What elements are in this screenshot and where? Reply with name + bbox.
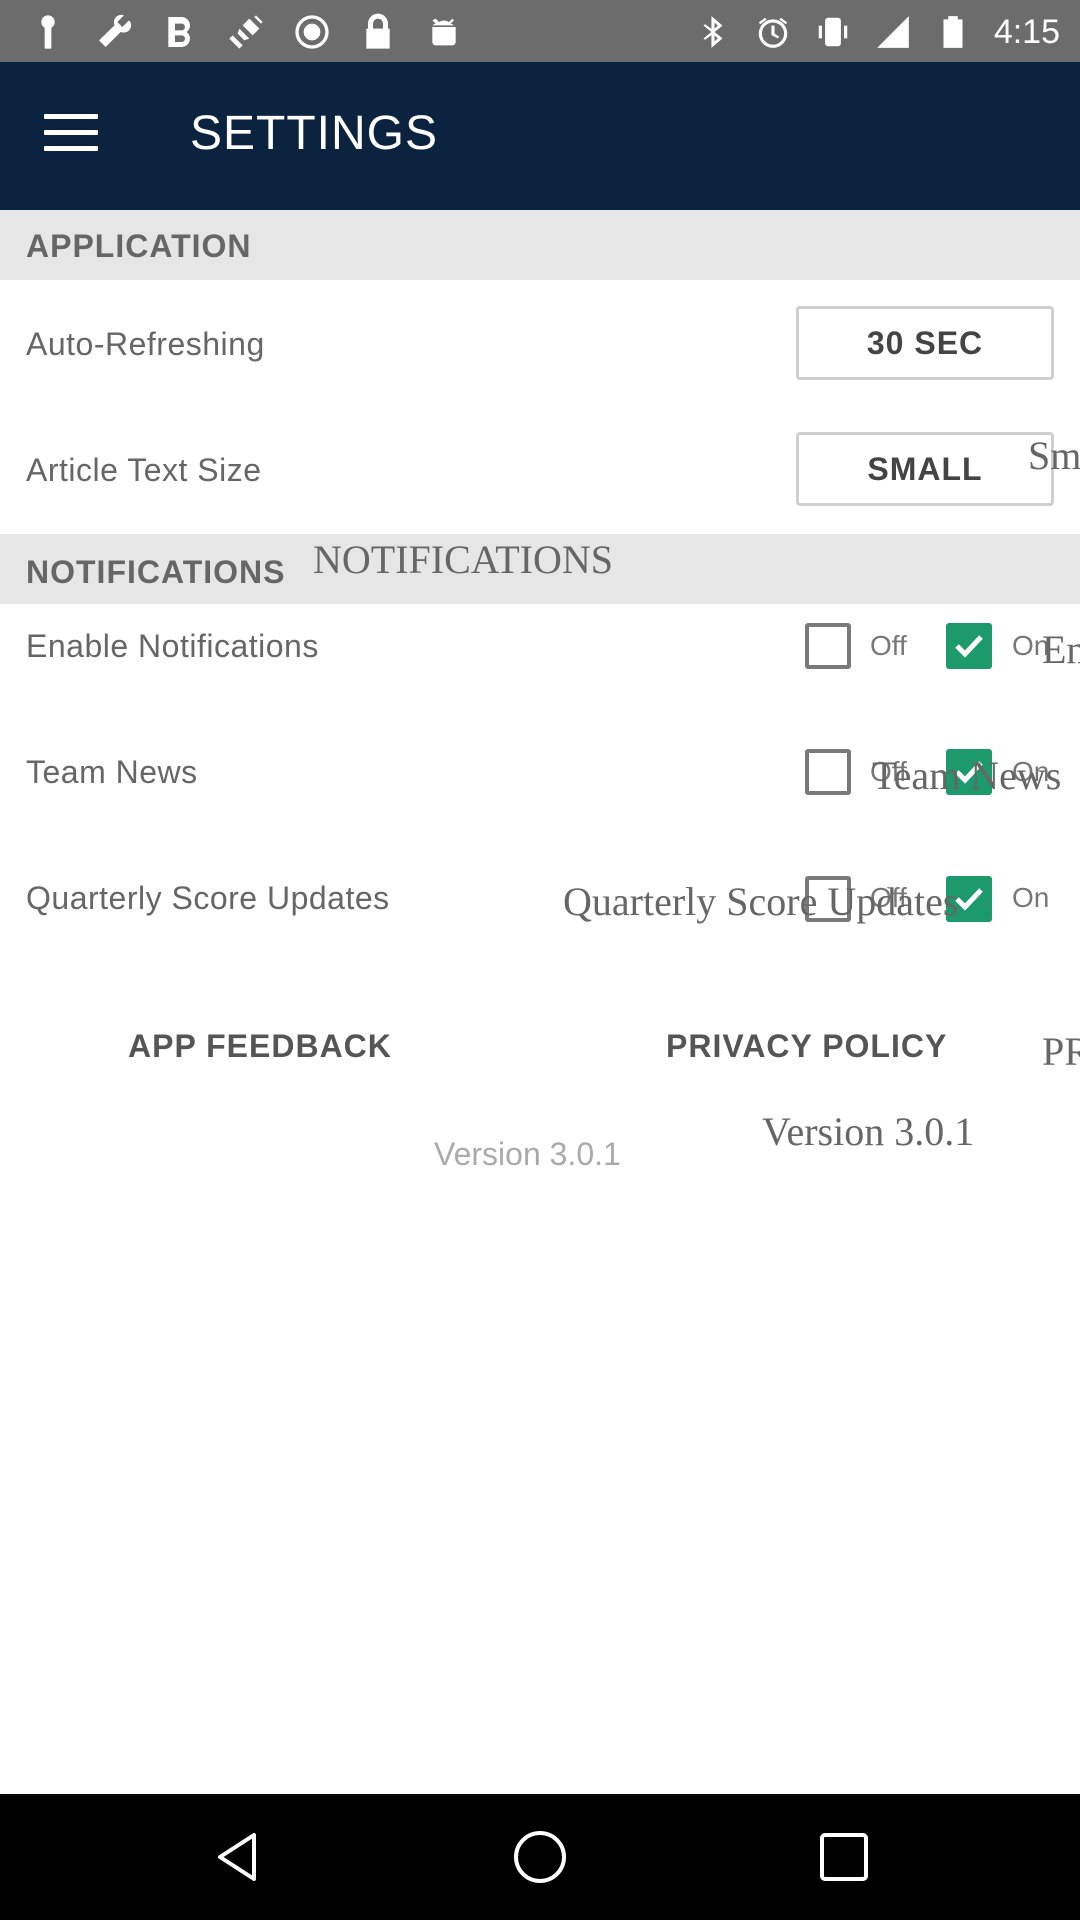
ghost-text-notifications: NOTIFICATIONS — [313, 537, 613, 582]
privacy-policy-button[interactable]: PRIVACY POLICY — [666, 1028, 947, 1065]
ghost-text-version: Version 3.0.1 — [762, 1109, 975, 1154]
auto-refreshing-selector[interactable]: 30 SEC — [796, 306, 1054, 380]
vibrate-icon — [818, 17, 848, 47]
hamburger-menu-icon[interactable] — [44, 114, 98, 158]
status-right-icons: 4:15 — [694, 10, 1060, 54]
system-nav-bar — [0, 1794, 1080, 1920]
lock-icon — [366, 13, 390, 49]
team-news-label: Team News — [26, 754, 198, 790]
article-text-size-label: Article Text Size — [26, 452, 262, 488]
android-icon — [432, 18, 456, 46]
app-bar: SETTINGS — [0, 62, 1080, 210]
app-feedback-button[interactable]: APP FEEDBACK — [128, 1028, 392, 1065]
ghost-text-privacy: PR — [1042, 1029, 1080, 1074]
b-icon — [168, 17, 190, 47]
version-label: Version 3.0.1 — [434, 1136, 621, 1172]
status-bar: 4:15 — [0, 0, 1080, 62]
off-label: Off — [870, 630, 907, 661]
back-icon[interactable] — [208, 1827, 268, 1887]
wrench-icon — [99, 14, 132, 47]
section-header-application: APPLICATION — [0, 210, 1080, 280]
status-time: 4:15 — [993, 12, 1060, 51]
ghost-text-quarterly: Quarterly Score Updates — [563, 879, 959, 924]
team-news-off-checkbox[interactable] — [805, 749, 851, 795]
battery-icon — [943, 16, 963, 48]
section-header-label: APPLICATION — [26, 228, 252, 264]
record-icon — [295, 15, 329, 49]
home-icon[interactable] — [510, 1827, 570, 1887]
satellite-icon — [229, 15, 263, 49]
ghost-text-small: Sm — [1028, 433, 1080, 478]
auto-refreshing-label: Auto-Refreshing — [26, 326, 265, 362]
enable-notifications-label: Enable Notifications — [26, 628, 319, 664]
enable-notifications-off-checkbox[interactable] — [805, 623, 851, 669]
section-header-label: NOTIFICATIONS — [26, 554, 286, 590]
enable-notifications-on-checkbox[interactable] — [946, 623, 992, 669]
ghost-text-team-news: Team News — [872, 753, 1062, 798]
on-label: On — [1012, 882, 1050, 913]
status-left-icons — [28, 10, 464, 54]
quarterly-score-updates-label: Quarterly Score Updates — [26, 880, 390, 916]
article-text-size-selector[interactable]: SMALL — [796, 432, 1054, 506]
bluetooth-icon — [703, 16, 723, 48]
page-title: SETTINGS — [190, 107, 439, 160]
alarm-icon — [758, 17, 788, 48]
signal-icon — [876, 16, 909, 48]
ghost-text-enable: En — [1042, 627, 1080, 672]
keyhole-icon — [41, 15, 55, 49]
recents-icon[interactable] — [814, 1827, 874, 1887]
checkmark-icon — [955, 635, 983, 658]
